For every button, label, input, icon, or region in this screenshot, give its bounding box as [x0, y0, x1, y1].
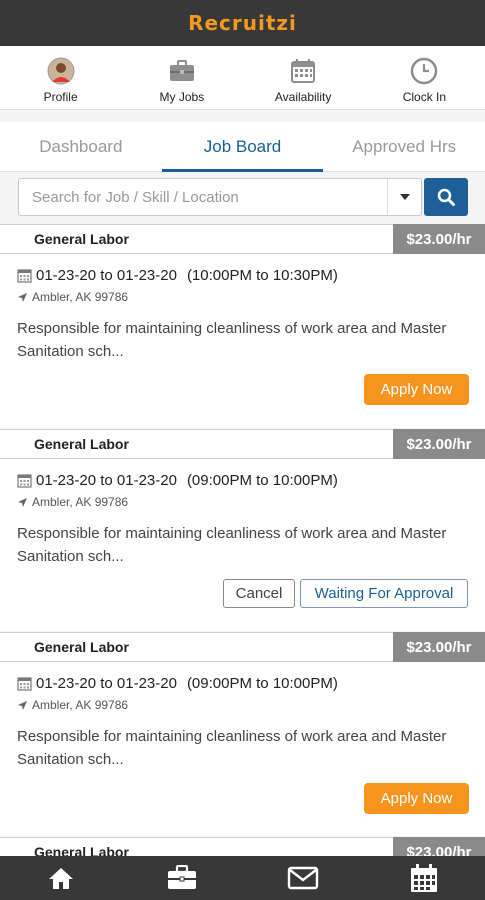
- bottom-nav-home[interactable]: [0, 856, 121, 900]
- cancel-button[interactable]: Cancel: [223, 579, 295, 608]
- job-card-header: General Labor $23.00/hr: [0, 224, 485, 254]
- search-button[interactable]: [424, 178, 468, 216]
- job-title: General Labor: [34, 436, 129, 452]
- bottom-nav: [0, 856, 485, 900]
- job-card-header: General Labor $23.00/hr: [0, 632, 485, 662]
- job-location: Ambler, AK 99786: [17, 290, 128, 304]
- nav-availability[interactable]: Availability: [243, 46, 364, 109]
- calendar-icon: [17, 474, 32, 488]
- job-card: General Labor $23.00/hr 01-23-20 to 01-2…: [0, 429, 485, 631]
- nav-label: My Jobs: [159, 90, 205, 104]
- search-box: [18, 178, 422, 216]
- apply-now-button[interactable]: Apply Now: [364, 783, 469, 814]
- tab-bar: Dashboard Job Board Approved Hrs: [0, 122, 485, 172]
- quick-nav: Profile My Jobs Availability Clock In: [0, 46, 485, 110]
- job-dates: 01-23-20 to 01-23-20 (09:00PM to 10:00PM…: [17, 472, 338, 489]
- waiting-for-approval-button[interactable]: Waiting For Approval: [300, 579, 468, 608]
- job-title: General Labor: [34, 844, 129, 856]
- job-time: (09:00PM to 10:00PM): [186, 472, 338, 489]
- location-arrow-icon: [18, 292, 27, 302]
- job-description: Responsible for maintaining cleanliness …: [17, 728, 447, 768]
- job-location-text: Ambler, AK 99786: [32, 698, 129, 712]
- job-date-range: 01-23-20 to 01-23-20: [36, 472, 177, 489]
- nav-label: Clock In: [402, 90, 447, 104]
- job-card-header: General Labor $23.00/hr: [0, 837, 485, 856]
- home-icon: [48, 868, 73, 889]
- bottom-nav-messages[interactable]: [243, 856, 364, 900]
- job-description: Responsible for maintaining cleanliness …: [17, 525, 447, 565]
- job-title: General Labor: [34, 639, 129, 655]
- job-rate-badge: $23.00/hr: [393, 837, 485, 856]
- job-rate-badge: $23.00/hr: [393, 429, 485, 459]
- search-icon: [437, 188, 455, 206]
- search-filter-dropdown[interactable]: [387, 179, 421, 215]
- nav-my-jobs[interactable]: My Jobs: [121, 46, 242, 109]
- job-rate-badge: $23.00/hr: [393, 224, 485, 254]
- search-row: [0, 172, 485, 222]
- apply-now-button[interactable]: Apply Now: [364, 374, 469, 405]
- location-arrow-icon: [18, 497, 27, 507]
- location-arrow-icon: [18, 700, 27, 710]
- job-location-text: Ambler, AK 99786: [32, 495, 129, 509]
- job-location: Ambler, AK 99786: [17, 698, 128, 712]
- briefcase-icon: [167, 865, 196, 889]
- app-header: Recruitzi: [0, 0, 485, 46]
- job-location: Ambler, AK 99786: [17, 495, 128, 509]
- app-logo: Recruitzi: [188, 11, 297, 35]
- nav-profile[interactable]: Profile: [0, 46, 121, 109]
- bottom-nav-jobs[interactable]: [121, 856, 242, 900]
- job-description: Responsible for maintaining cleanliness …: [17, 320, 447, 360]
- job-card-header: General Labor $23.00/hr: [0, 429, 485, 459]
- mail-icon: [287, 866, 319, 890]
- calendar-icon: [288, 56, 318, 86]
- job-rate-badge: $23.00/hr: [393, 632, 485, 662]
- calendar-icon: [17, 677, 32, 691]
- nav-label: Availability: [274, 90, 332, 104]
- caret-down-icon: [399, 194, 410, 200]
- job-dates: 01-23-20 to 01-23-20 (10:00PM to 10:30PM…: [17, 267, 338, 284]
- avatar: [46, 56, 76, 86]
- job-location-text: Ambler, AK 99786: [32, 290, 129, 304]
- job-time: (10:00PM to 10:30PM): [186, 267, 338, 284]
- job-dates: 01-23-20 to 01-23-20 (09:00PM to 10:00PM…: [17, 675, 338, 692]
- job-date-range: 01-23-20 to 01-23-20: [36, 675, 177, 692]
- job-card: General Labor $23.00/hr: [0, 837, 485, 856]
- job-card: General Labor $23.00/hr 01-23-20 to 01-2…: [0, 224, 485, 428]
- bottom-nav-calendar[interactable]: [364, 856, 485, 900]
- job-time: (09:00PM to 10:00PM): [186, 675, 338, 692]
- tab-job-board[interactable]: Job Board: [161, 122, 324, 172]
- tab-dashboard[interactable]: Dashboard: [0, 122, 162, 171]
- search-input[interactable]: [19, 179, 389, 215]
- job-card: General Labor $23.00/hr 01-23-20 to 01-2…: [0, 632, 485, 836]
- nav-clock-in[interactable]: Clock In: [364, 46, 485, 109]
- tab-approved-hrs[interactable]: Approved Hrs: [323, 122, 485, 171]
- clock-icon: [409, 56, 439, 86]
- calendar-icon: [411, 864, 438, 892]
- calendar-icon: [17, 269, 32, 283]
- job-title: General Labor: [34, 231, 129, 247]
- briefcase-icon: [167, 56, 197, 86]
- nav-label: Profile: [43, 90, 78, 104]
- job-date-range: 01-23-20 to 01-23-20: [36, 267, 177, 284]
